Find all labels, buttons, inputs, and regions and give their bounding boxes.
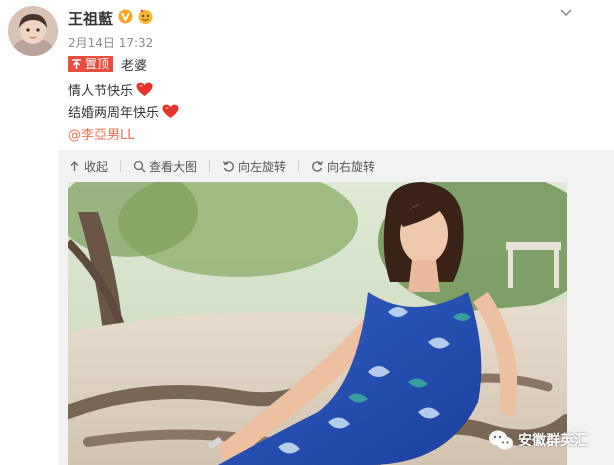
content-line-1: 置顶 老婆 — [68, 55, 148, 74]
rotate-right-button[interactable]: 向右旋转 — [311, 158, 375, 175]
heart-icon — [162, 104, 179, 118]
rotate-left-icon — [222, 160, 234, 172]
collapse-label: 收起 — [84, 159, 109, 174]
mention-link[interactable]: @李亞男LL — [68, 124, 135, 143]
toolbar-divider — [209, 160, 211, 172]
verified-icon — [118, 9, 133, 24]
watermark: 安徽群英汇 — [488, 429, 588, 451]
content-line-3: 结婚两周年快乐 — [68, 102, 179, 121]
content-text: 结婚两周年快乐 — [68, 106, 160, 121]
content-text: 情人节快乐 — [68, 84, 134, 99]
avatar[interactable] — [8, 6, 58, 56]
content-text: 老婆 — [121, 58, 148, 74]
rotate-left-label: 向左旋转 — [238, 159, 287, 174]
magnify-icon — [133, 160, 146, 172]
rotate-left-button[interactable]: 向左旋转 — [222, 158, 286, 175]
post-photo[interactable] — [68, 182, 567, 465]
wechat-icon — [489, 430, 513, 450]
view-large-button[interactable]: 查看大图 — [133, 158, 197, 175]
collapse-button[interactable]: 收起 — [68, 158, 108, 175]
vip-icon[interactable] — [137, 8, 154, 25]
view-large-label: 查看大图 — [149, 159, 198, 174]
media-toolbar: 收起 查看大图 向左旋转 向右旋转 — [68, 157, 387, 175]
heart-icon — [136, 82, 153, 96]
rotate-right-label: 向右旋转 — [327, 159, 376, 174]
toolbar-divider — [120, 160, 122, 172]
chevron-down-icon[interactable] — [558, 4, 574, 20]
weibo-post: 王祖藍 2月14日 17:32 置顶 老婆 情人节快乐 结婚两周年快乐 @李亞男… — [0, 0, 614, 465]
watermark-text: 安徽群英汇 — [518, 433, 588, 449]
rotate-right-icon — [312, 160, 324, 172]
content-line-2: 情人节快乐 — [68, 80, 153, 99]
collapse-icon — [70, 160, 79, 171]
author-name[interactable]: 王祖藍 — [68, 8, 113, 29]
pin-badge: 置顶 — [68, 56, 114, 72]
post-timestamp[interactable]: 2月14日 17:32 — [68, 34, 153, 51]
pin-label: 置顶 — [84, 57, 113, 71]
pin-icon — [69, 57, 84, 71]
toolbar-divider — [298, 160, 300, 172]
